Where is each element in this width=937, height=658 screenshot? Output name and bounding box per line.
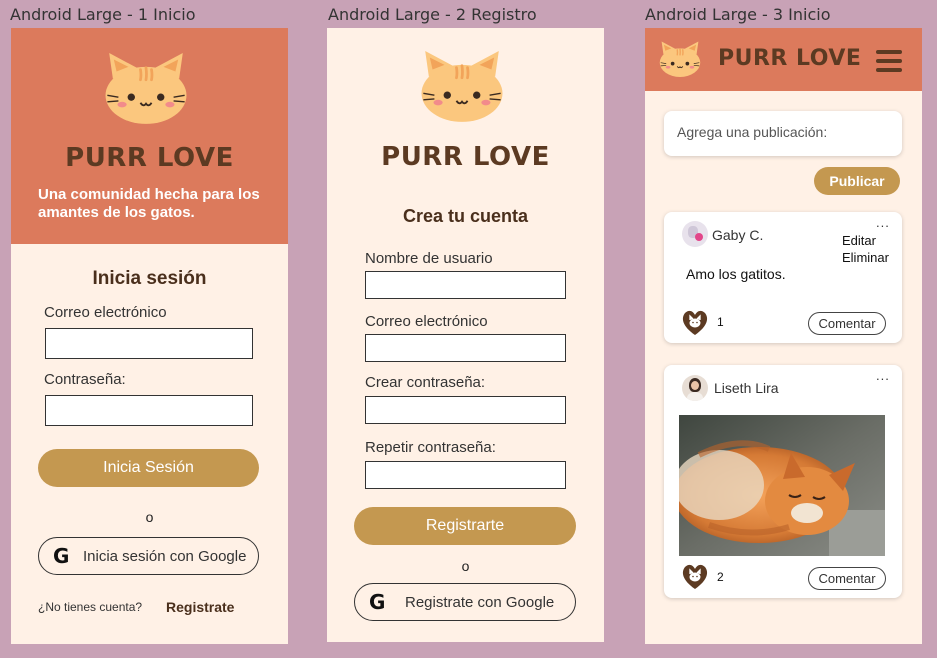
login-button[interactable]: Inicia Sesión xyxy=(38,449,259,487)
home-screen: PURR LOVE Agrega una publicación: Public… xyxy=(645,28,922,644)
email-input[interactable] xyxy=(45,328,253,359)
new-post-placeholder: Agrega una publicación: xyxy=(677,124,828,140)
login-heading: Inicia sesión xyxy=(92,268,207,289)
or-separator: o xyxy=(461,558,470,574)
brand-title: PURR LOVE xyxy=(718,46,862,71)
register-heading: Crea tu cuenta xyxy=(402,206,529,226)
cat-logo-icon xyxy=(657,40,703,78)
frame-label-home: Android Large - 3 Inicio xyxy=(645,5,831,24)
google-register-label: Registrate con Google xyxy=(405,593,555,611)
password-label: Contraseña: xyxy=(44,371,126,388)
avatar xyxy=(682,375,708,401)
new-post-input[interactable]: Agrega una publicación: xyxy=(664,111,902,156)
like-heart-icon[interactable] xyxy=(680,561,710,591)
home-header: PURR LOVE xyxy=(645,28,922,91)
delete-option[interactable]: Eliminar xyxy=(842,250,889,265)
password-label: Crear contraseña: xyxy=(365,374,486,391)
post-text: Amo los gatitos. xyxy=(686,266,786,282)
register-link[interactable]: Registrate xyxy=(166,599,234,615)
login-header: PURR LOVE Una comunidad hecha para los a… xyxy=(11,28,288,244)
like-count: 1 xyxy=(717,315,724,329)
comment-button[interactable]: Comentar xyxy=(808,312,886,335)
post-menu-icon[interactable]: ... xyxy=(876,215,890,230)
post-card: Gaby C. ... Editar Eliminar Amo los gati… xyxy=(664,212,902,343)
tagline: Una comunidad hecha para los amantes de … xyxy=(38,186,260,221)
or-separator: o xyxy=(145,509,154,525)
post-menu-icon[interactable]: ... xyxy=(876,368,890,383)
email-label: Correo electrónico xyxy=(44,304,167,321)
post-author: Liseth Lira xyxy=(714,380,779,396)
login-screen: PURR LOVE Una comunidad hecha para los a… xyxy=(11,28,288,644)
google-icon: G xyxy=(53,544,70,568)
google-login-button[interactable]: G Inicia sesión con Google xyxy=(38,537,259,575)
password-input[interactable] xyxy=(365,396,566,424)
repeat-password-label: Repetir contraseña: xyxy=(365,439,496,456)
post-author: Gaby C. xyxy=(712,227,764,243)
cat-photo xyxy=(679,415,885,556)
cat-logo-icon xyxy=(416,48,508,124)
brand-title: PURR LOVE xyxy=(65,143,234,173)
google-icon: G xyxy=(369,590,386,614)
username-input[interactable] xyxy=(365,271,566,299)
cat-logo-icon xyxy=(100,50,192,126)
publish-button[interactable]: Publicar xyxy=(814,167,900,195)
post-card: Liseth Lira ... 2 Comentar xyxy=(664,365,902,598)
avatar xyxy=(682,221,708,247)
google-register-button[interactable]: G Registrate con Google xyxy=(354,583,576,621)
comment-button[interactable]: Comentar xyxy=(808,567,886,590)
register-screen: PURR LOVE Crea tu cuenta Nombre de usuar… xyxy=(327,28,604,642)
register-button[interactable]: Registrarte xyxy=(354,507,576,545)
email-input[interactable] xyxy=(365,334,566,362)
no-account-text: ¿No tienes cuenta? xyxy=(38,600,143,614)
username-label: Nombre de usuario xyxy=(365,250,493,267)
like-count: 2 xyxy=(717,570,724,584)
brand-title: PURR LOVE xyxy=(381,142,550,172)
menu-icon[interactable] xyxy=(876,50,902,72)
repeat-password-input[interactable] xyxy=(365,461,566,489)
like-heart-icon[interactable] xyxy=(680,307,710,337)
frame-label-register: Android Large - 2 Registro xyxy=(328,5,537,24)
frame-label-login: Android Large - 1 Inicio xyxy=(10,5,196,24)
edit-option[interactable]: Editar xyxy=(842,233,876,248)
password-input[interactable] xyxy=(45,395,253,426)
email-label: Correo electrónico xyxy=(365,313,488,330)
google-login-label: Inicia sesión con Google xyxy=(83,547,247,565)
